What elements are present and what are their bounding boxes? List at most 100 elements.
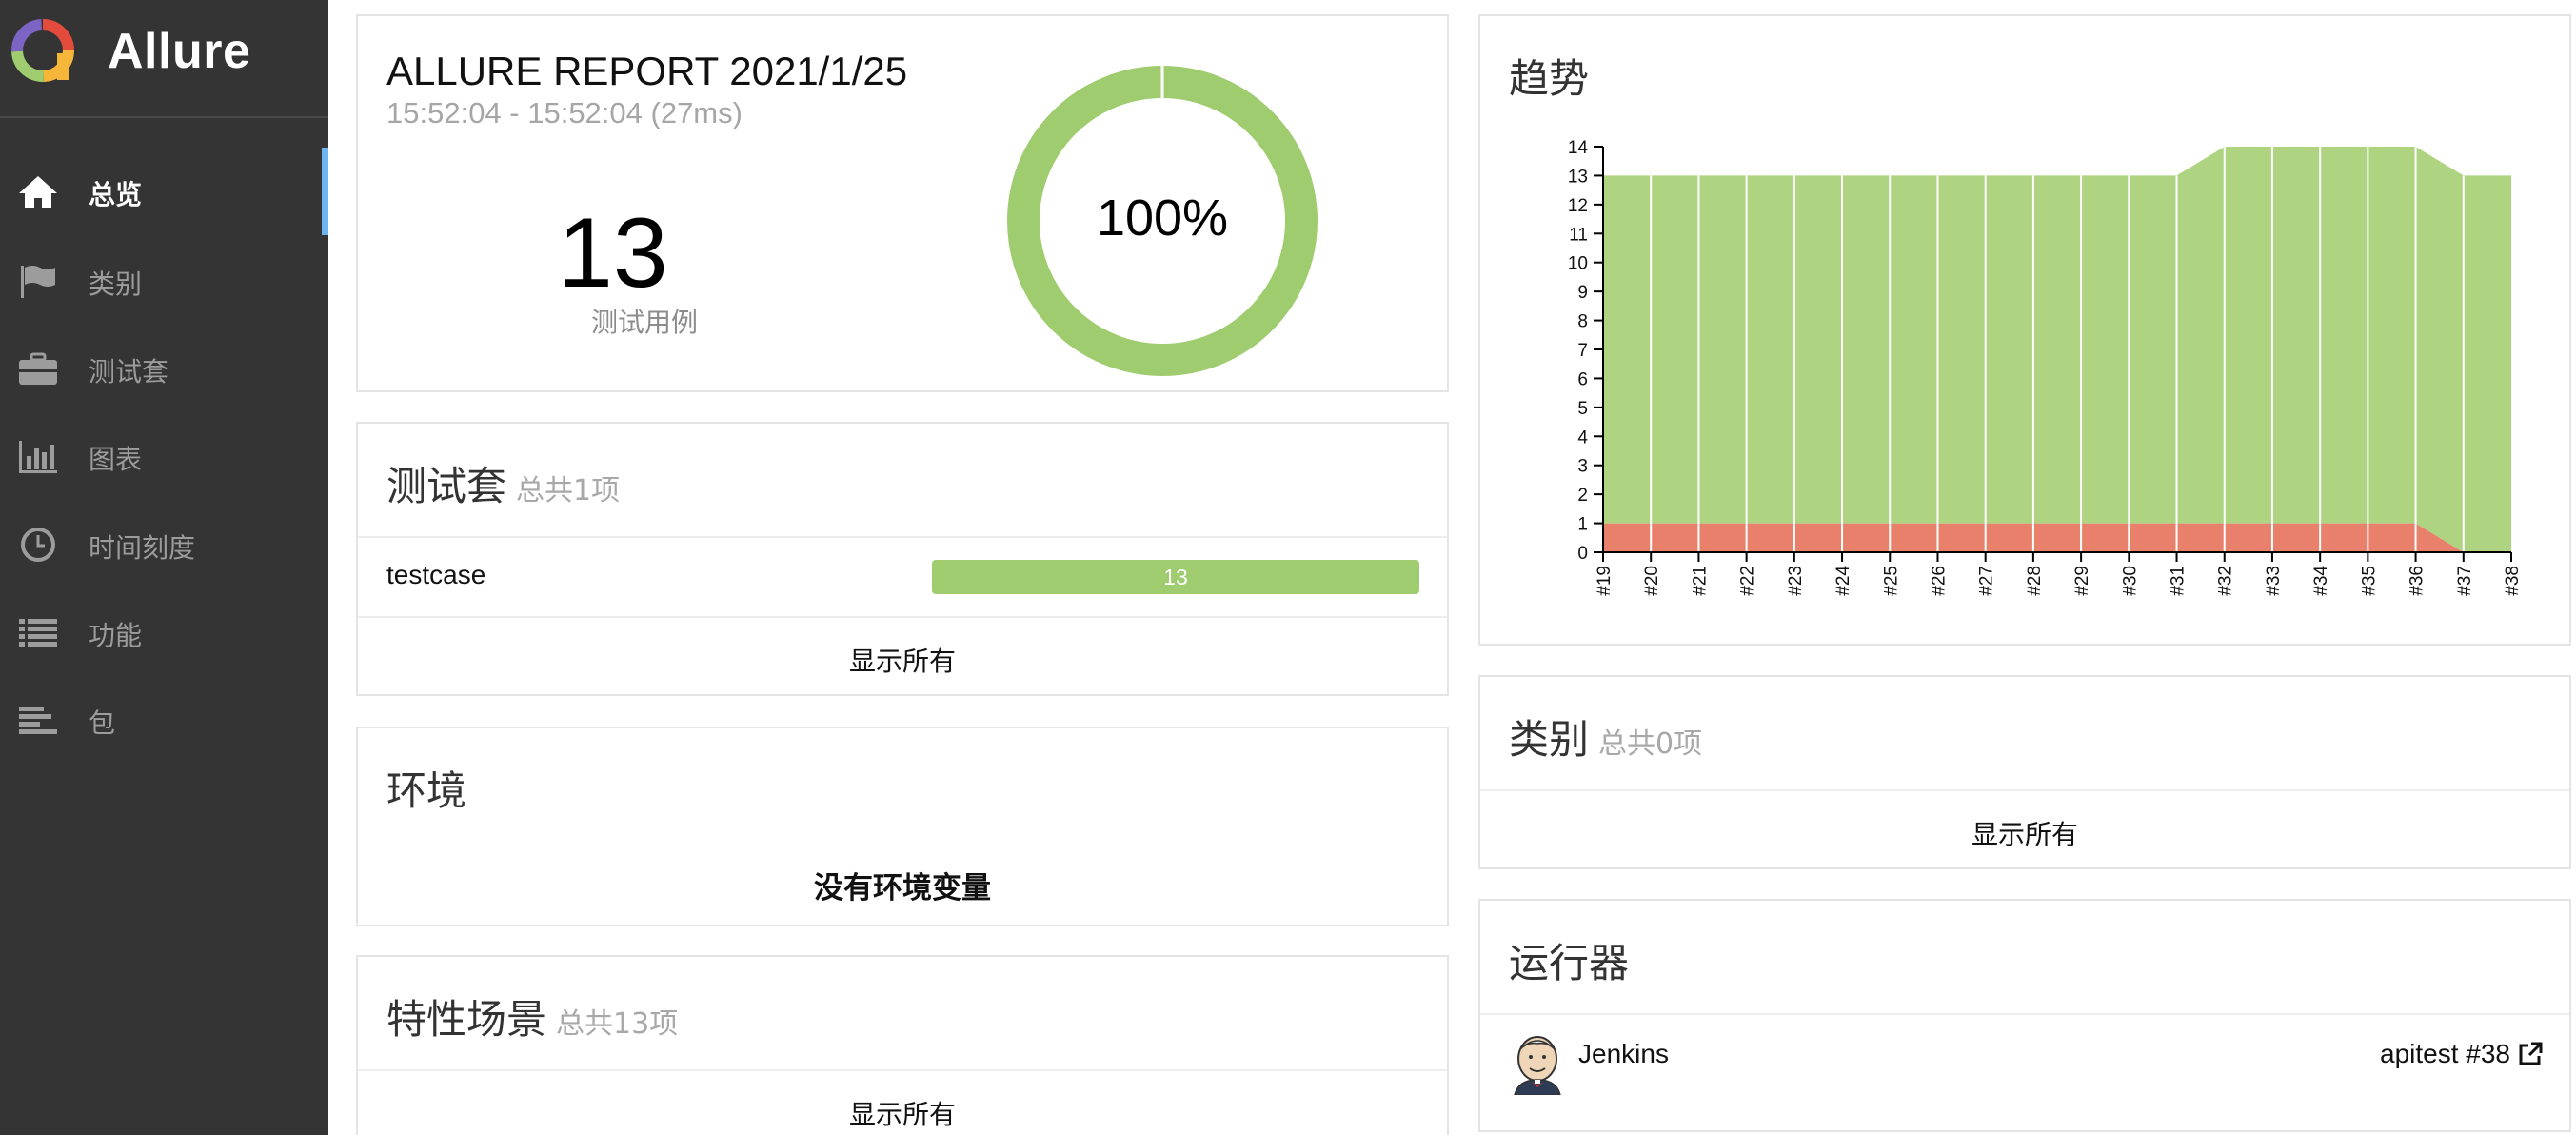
trend-chart[interactable]: 01234567891011121314#19 #20 #21 #22 #23 #24 #2… (1480, 16, 2573, 647)
home-icon (19, 176, 57, 208)
executor-build-link[interactable]: apitest #38 (2380, 1039, 2543, 1069)
executor-row[interactable]: Jenkins apitest #38 (1480, 1015, 2569, 1120)
categories-count: 总共0项 (1598, 727, 1703, 761)
trend-x-tick-label: #20 (1642, 566, 1662, 596)
trend-area-series-0[interactable] (1603, 523, 2511, 552)
features-card: 特性场景 总共13项 显示所有 (356, 955, 1449, 1135)
features-count: 总共13项 (556, 1007, 679, 1041)
sidebar-item-categories[interactable]: 类别 (0, 237, 328, 325)
trend-x-tick-label: #34 (2311, 566, 2331, 596)
categories-show-all-link[interactable]: 显示所有 (1480, 814, 2569, 852)
trend-x-tick-label: #33 (2264, 566, 2284, 596)
trend-y-tick-label: 1 (1577, 515, 1588, 535)
environment-card: 环境 没有环境变量 (356, 727, 1449, 926)
sidebar-item-overview[interactable]: 总览 (0, 148, 328, 235)
trend-x-tick-label: #19 (1595, 566, 1615, 596)
suite-name: testcase (386, 560, 486, 589)
suites-title: 测试套 (386, 463, 507, 509)
align-left-icon (19, 707, 57, 734)
external-link-icon (2519, 1042, 2543, 1065)
trend-area-series-1[interactable] (1603, 147, 2511, 552)
trend-y-tick-label: 9 (1577, 283, 1588, 303)
main-content: ALLURE REPORT 2021/1/25 15:52:04 - 15:52… (328, 0, 2576, 1135)
clock-icon (21, 528, 55, 562)
trend-y-tick-label: 6 (1577, 369, 1588, 389)
executor-build: apitest #38 (2380, 1039, 2510, 1068)
trend-y-tick-label: 4 (1577, 428, 1588, 448)
trend-x-tick-label: #32 (2216, 566, 2236, 596)
sidebar-item-label: 图表 (89, 444, 143, 475)
sidebar-item-graphs[interactable]: 图表 (0, 412, 328, 500)
sidebar-item-label: 总览 (89, 179, 143, 210)
sidebar-item-label: 包 (89, 707, 116, 739)
report-time: 15:52:04 - 15:52:04 (27ms) (386, 96, 743, 129)
suites-count: 总共1项 (516, 474, 621, 508)
categories-card-title[interactable]: 类别 总共0项 (1509, 707, 1702, 766)
divider (358, 1069, 1447, 1071)
brand-name: Allure (108, 24, 251, 79)
sidebar-item-suites[interactable]: 测试套 (0, 325, 328, 412)
categories-title: 类别 (1509, 716, 1590, 763)
brand[interactable]: Allure (0, 0, 328, 118)
trend-x-tick-label: #37 (2455, 566, 2475, 596)
divider (358, 616, 1447, 618)
list-icon (19, 619, 57, 647)
pass-rate-donut[interactable]: 100% (1005, 64, 1319, 378)
trend-x-tick-label: #35 (2359, 566, 2379, 596)
trend-x-tick-label: #24 (1833, 566, 1853, 596)
trend-x-tick-label: #30 (2120, 566, 2140, 596)
trend-x-tick-label: #25 (1881, 566, 1901, 596)
trend-y-tick-label: 5 (1577, 399, 1588, 419)
jenkins-avatar-icon (1514, 1036, 1561, 1095)
executors-card: 运行器 Jenkins apitest #38 (1478, 899, 2571, 1132)
features-title: 特性场景 (386, 996, 547, 1043)
trend-x-tick-label: #31 (2169, 566, 2189, 596)
briefcase-icon (19, 352, 57, 385)
flag-icon (21, 266, 55, 298)
trend-y-tick-label: 7 (1577, 341, 1588, 361)
trend-y-tick-label: 11 (1569, 225, 1588, 245)
environment-empty-message: 没有环境变量 (814, 871, 991, 906)
trend-y-tick-label: 10 (1568, 254, 1588, 274)
trend-y-tick-label: 0 (1577, 544, 1588, 564)
suites-card: 测试套 总共1项 testcase 13 显示所有 (356, 422, 1449, 696)
sidebar: Allure 总览 类别 测试套 图表 时间刻度 功能 包 (0, 0, 328, 1135)
sidebar-item-label: 时间刻度 (89, 532, 196, 564)
trend-x-tick-label: #36 (2408, 566, 2427, 596)
trend-y-tick-label: 12 (1568, 196, 1588, 216)
features-card-title[interactable]: 特性场景 总共13项 (386, 987, 678, 1045)
test-case-count-label: 测试用例 (591, 307, 699, 338)
trend-y-tick-label: 3 (1577, 457, 1588, 477)
executor-name: Jenkins (1578, 1039, 1669, 1068)
suite-passed-bar[interactable]: 13 (932, 560, 1419, 594)
report-title: ALLURE REPORT 2021/1/25 (386, 49, 908, 93)
sidebar-item-timeline[interactable]: 时间刻度 (0, 501, 328, 588)
divider (1480, 789, 2569, 791)
environment-title: 环境 (386, 767, 467, 814)
sidebar-item-packages[interactable]: 包 (0, 676, 328, 764)
sidebar-item-label: 类别 (89, 269, 143, 300)
bar-chart-icon (19, 441, 57, 473)
sidebar-item-label: 测试套 (89, 356, 169, 388)
features-show-all-link[interactable]: 显示所有 (358, 1094, 1447, 1132)
suite-row[interactable]: testcase 13 (358, 538, 1447, 616)
executors-title: 运行器 (1509, 940, 1630, 986)
trend-x-tick-label: #23 (1786, 566, 1806, 596)
sidebar-item-behaviors[interactable]: 功能 (0, 588, 328, 676)
trend-x-tick-label: #29 (2072, 566, 2092, 596)
trend-y-tick-label: 13 (1568, 167, 1588, 187)
test-case-count: 13 (558, 198, 668, 309)
trend-x-tick-label: #22 (1738, 566, 1758, 596)
trend-x-tick-label: #38 (2503, 566, 2523, 596)
trend-x-tick-label: #27 (1977, 566, 1997, 596)
suites-card-title[interactable]: 测试套 总共1项 (386, 454, 620, 512)
suites-show-all-link[interactable]: 显示所有 (358, 641, 1447, 679)
sidebar-item-label: 功能 (89, 620, 143, 651)
trend-y-tick-label: 14 (1568, 138, 1589, 158)
trend-x-tick-label: #26 (1929, 566, 1949, 596)
trend-y-tick-label: 8 (1577, 312, 1588, 332)
allure-logo-icon (11, 19, 74, 82)
trend-x-tick-label: #28 (2025, 566, 2045, 596)
summary-card: ALLURE REPORT 2021/1/25 15:52:04 - 15:52… (356, 14, 1449, 392)
trend-y-tick-label: 2 (1577, 486, 1588, 506)
